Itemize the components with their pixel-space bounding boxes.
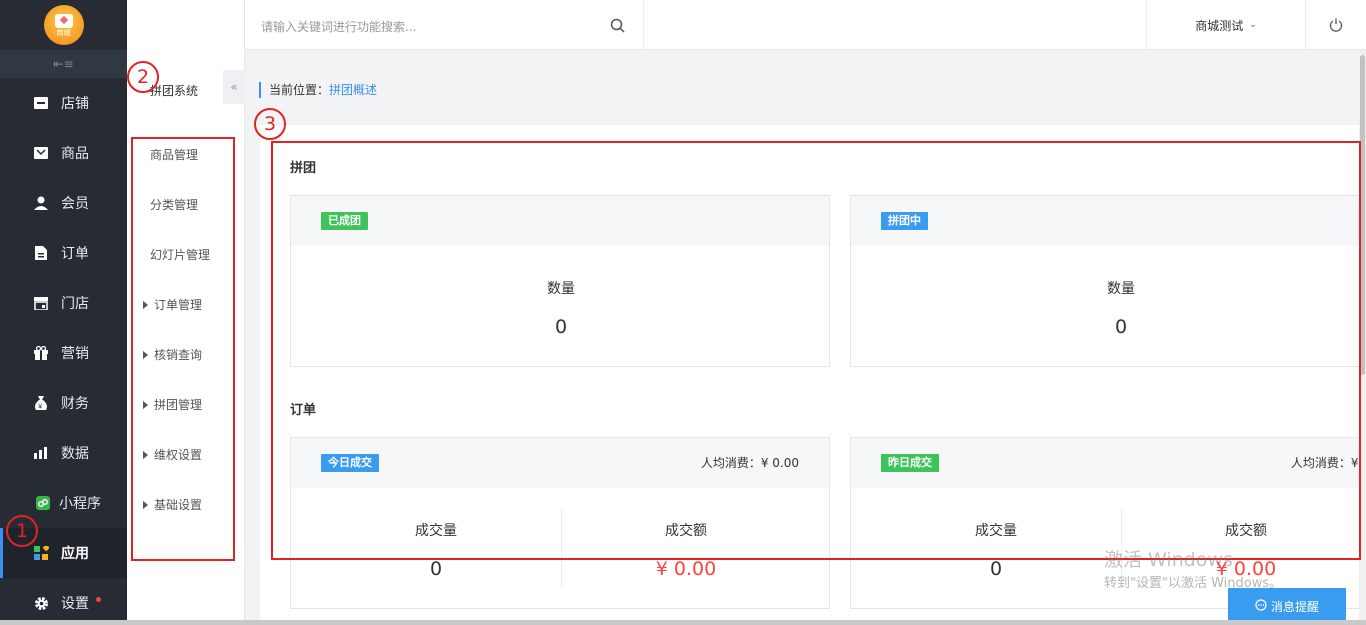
power-icon	[1329, 18, 1343, 32]
windows-activation-watermark: 激活 Windows	[1104, 549, 1233, 571]
nav-item-data[interactable]: 数据	[0, 428, 127, 478]
nav-item-store[interactable]: 店铺	[0, 78, 127, 128]
svg-text:¥: ¥	[38, 403, 42, 410]
search-placeholder: 请输入关键词进行功能搜索...	[261, 20, 417, 34]
nav-item-order[interactable]: 订单	[0, 228, 127, 278]
nav-item-goods[interactable]: 商品	[0, 128, 127, 178]
annotation-box-content	[271, 141, 1361, 560]
submenu-title: 拼团系统	[150, 84, 199, 98]
breadcrumb: 当前位置：拼团概述	[259, 82, 377, 98]
goods-icon	[33, 145, 49, 161]
annotation-marker-3: 3	[254, 108, 286, 140]
nav-item-member[interactable]: 会员	[0, 178, 127, 228]
annotation-marker-1: 1	[6, 515, 38, 547]
window-bottom-edge	[0, 620, 1366, 625]
shop-icon	[33, 295, 49, 311]
shop-switch-dropdown[interactable]: 商城测试 ⌄	[1146, 0, 1306, 50]
nav-item-outlet[interactable]: 门店	[0, 278, 127, 328]
miniprogram-icon	[35, 495, 51, 511]
user-icon	[33, 195, 49, 211]
annotation-marker-2: 2	[127, 61, 159, 93]
nav-collapse-icon[interactable]: ⇤≡	[0, 50, 127, 78]
search-icon[interactable]	[610, 18, 625, 37]
chevron-down-icon: ⌄	[1249, 20, 1257, 30]
breadcrumb-current[interactable]: 拼团概述	[329, 83, 377, 97]
annotation-box-submenu	[131, 137, 235, 561]
money-bag-icon: ¥	[33, 395, 49, 411]
submenu-collapse-button[interactable]: «	[223, 70, 245, 104]
chart-icon	[33, 445, 49, 461]
apps-icon	[33, 545, 49, 561]
store-icon	[33, 95, 49, 111]
nav-item-finance[interactable]: ¥ 财务	[0, 378, 127, 428]
logo[interactable]: 商城	[0, 0, 127, 50]
settings-notification-dot	[96, 597, 101, 602]
nav-item-settings[interactable]: 设置	[0, 578, 127, 625]
order-icon	[33, 245, 49, 261]
double-chevron-left-icon: «	[230, 80, 238, 94]
gear-icon	[33, 595, 49, 611]
logo-icon: 商城	[43, 5, 84, 45]
chat-icon	[1255, 599, 1267, 614]
logout-button[interactable]	[1306, 0, 1366, 50]
gift-icon	[33, 345, 49, 361]
nav-item-marketing[interactable]: 营销	[0, 328, 127, 378]
top-header: 请输入关键词进行功能搜索... 商城测试 ⌄	[127, 0, 1366, 50]
